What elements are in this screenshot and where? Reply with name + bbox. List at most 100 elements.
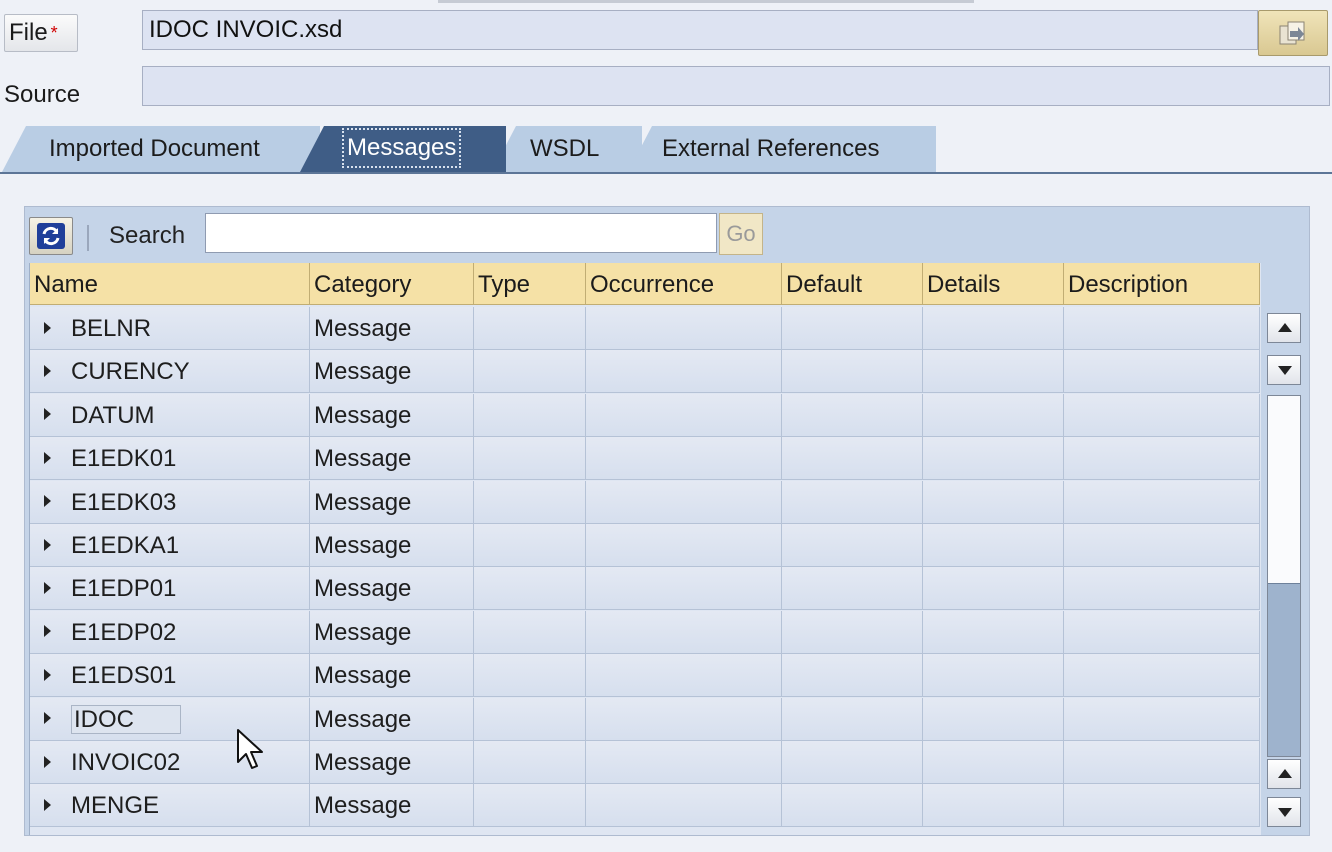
name-cell: E1EDK03 bbox=[30, 480, 310, 524]
expand-arrow-icon[interactable] bbox=[44, 495, 51, 508]
empty-cell bbox=[782, 350, 923, 394]
tab-label: External References bbox=[662, 135, 880, 162]
column-header-default[interactable]: Default bbox=[782, 263, 923, 305]
message-name: BELNR bbox=[71, 315, 152, 342]
expand-arrow-icon[interactable] bbox=[44, 799, 51, 812]
message-name: DATUM bbox=[71, 401, 155, 429]
empty-cell bbox=[923, 784, 1064, 828]
vertical-scrollbar[interactable] bbox=[1263, 307, 1303, 835]
scroll-page-up-button[interactable] bbox=[1267, 313, 1301, 343]
message-name: CURENCY bbox=[71, 358, 190, 386]
empty-cell bbox=[923, 307, 1064, 350]
name-cell: DATUM bbox=[30, 393, 310, 437]
name-cell: E1EDS01 bbox=[30, 654, 310, 698]
messages-table: Name Category Type Occurrence Default De… bbox=[29, 263, 1261, 835]
category-cell: Message bbox=[310, 741, 474, 784]
expand-arrow-icon[interactable] bbox=[44, 755, 51, 768]
go-button[interactable]: Go bbox=[719, 213, 763, 255]
message-name: E1EDS01 bbox=[71, 662, 177, 690]
tab-label: Messages bbox=[341, 128, 462, 168]
message-name: E1EDKA1 bbox=[71, 532, 180, 559]
table-row[interactable]: E1EDS01 Message bbox=[30, 654, 1261, 698]
message-name: E1EDK03 bbox=[71, 488, 177, 516]
table-row[interactable]: DATUM Message bbox=[30, 393, 1261, 437]
expand-arrow-icon[interactable] bbox=[44, 451, 51, 464]
table-row[interactable]: IDOC Message bbox=[30, 697, 1261, 741]
empty-cell bbox=[586, 654, 782, 698]
column-header-category[interactable]: Category bbox=[310, 263, 474, 305]
empty-cell bbox=[782, 524, 923, 567]
empty-cell bbox=[1064, 437, 1260, 481]
name-cell: E1EDK01 bbox=[30, 437, 310, 481]
table-row[interactable]: E1EDK01 Message bbox=[30, 437, 1261, 481]
expand-arrow-icon[interactable] bbox=[44, 668, 51, 681]
expand-arrow-icon[interactable] bbox=[44, 321, 51, 334]
empty-cell bbox=[782, 567, 923, 611]
search-label: Search bbox=[109, 222, 186, 249]
column-header-occurrence[interactable]: Occurrence bbox=[586, 263, 782, 305]
message-name: IDOC bbox=[71, 704, 181, 734]
empty-cell bbox=[474, 393, 586, 437]
scroll-up-button[interactable] bbox=[1267, 759, 1301, 789]
expand-arrow-icon[interactable] bbox=[44, 365, 51, 378]
table-row[interactable]: MENGE Message bbox=[30, 784, 1261, 828]
arrow-up-icon bbox=[1278, 769, 1292, 778]
message-name: E1EDP01 bbox=[71, 575, 177, 603]
empty-cell bbox=[782, 784, 923, 828]
required-mark: * bbox=[50, 23, 58, 43]
column-header-name[interactable]: Name bbox=[30, 263, 310, 305]
empty-cell bbox=[474, 741, 586, 784]
category-cell: Message bbox=[310, 393, 474, 437]
empty-cell bbox=[474, 610, 586, 654]
empty-cell bbox=[923, 654, 1064, 698]
table-row[interactable]: CURENCY Message bbox=[30, 350, 1261, 394]
refresh-button[interactable] bbox=[29, 217, 73, 255]
table-toolbar: Search Go bbox=[25, 207, 1309, 261]
expand-arrow-icon[interactable] bbox=[44, 408, 51, 421]
scroll-thumb[interactable] bbox=[1268, 583, 1300, 756]
table-row[interactable]: BELNR Message bbox=[30, 307, 1261, 350]
tab-wsdl[interactable]: WSDL bbox=[492, 126, 642, 172]
file-path-input[interactable]: IDOC INVOIC.xsd bbox=[142, 10, 1258, 50]
name-cell: IDOC bbox=[30, 697, 310, 741]
table-row[interactable]: E1EDP02 Message bbox=[30, 610, 1261, 654]
browse-button[interactable] bbox=[1258, 10, 1328, 56]
column-header-description[interactable]: Description bbox=[1064, 263, 1260, 305]
empty-cell bbox=[586, 784, 782, 828]
source-input[interactable] bbox=[142, 66, 1330, 106]
scroll-track[interactable] bbox=[1267, 395, 1301, 757]
expand-arrow-icon[interactable] bbox=[44, 538, 51, 551]
tab-messages[interactable]: Messages bbox=[300, 126, 506, 172]
tab-imported-document[interactable]: Imported Document bbox=[2, 126, 320, 172]
empty-cell bbox=[923, 350, 1064, 394]
empty-cell bbox=[586, 307, 782, 350]
message-name: INVOIC02 bbox=[71, 749, 181, 776]
expand-arrow-icon[interactable] bbox=[44, 582, 51, 595]
table-row[interactable]: E1EDKA1 Message bbox=[30, 524, 1261, 567]
table-row[interactable]: E1EDP01 Message bbox=[30, 567, 1261, 611]
column-header-details[interactable]: Details bbox=[923, 263, 1064, 305]
table-row[interactable]: INVOIC02 Message bbox=[30, 741, 1261, 784]
table-row[interactable]: E1EDK03 Message bbox=[30, 480, 1261, 524]
tab-external-references[interactable]: External References bbox=[628, 126, 936, 172]
empty-cell bbox=[474, 567, 586, 611]
category-cell: Message bbox=[310, 524, 474, 567]
empty-cell bbox=[474, 307, 586, 350]
empty-cell bbox=[782, 480, 923, 524]
empty-cell bbox=[782, 307, 923, 350]
empty-cell bbox=[1064, 350, 1260, 394]
scroll-page-down-button[interactable] bbox=[1267, 355, 1301, 385]
category-cell: Message bbox=[310, 697, 474, 741]
name-cell: INVOIC02 bbox=[30, 741, 310, 784]
empty-cell bbox=[782, 697, 923, 741]
scroll-down-button[interactable] bbox=[1267, 797, 1301, 827]
category-cell: Message bbox=[310, 437, 474, 481]
tab-strip: Imported Document WSDL External Referenc… bbox=[0, 124, 1332, 174]
expand-arrow-icon[interactable] bbox=[44, 625, 51, 638]
file-label[interactable]: File * bbox=[4, 14, 78, 52]
expand-arrow-icon[interactable] bbox=[44, 712, 51, 725]
search-input[interactable] bbox=[205, 213, 717, 253]
column-header-type[interactable]: Type bbox=[474, 263, 586, 305]
empty-cell bbox=[923, 524, 1064, 567]
empty-cell bbox=[923, 610, 1064, 654]
